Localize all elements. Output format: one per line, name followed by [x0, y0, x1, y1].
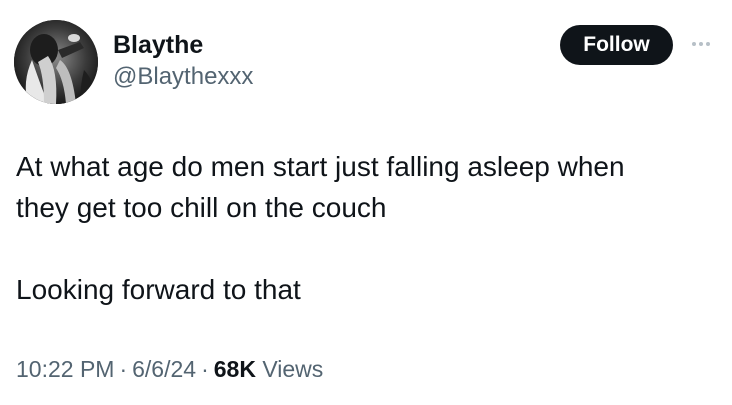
tweet-text: At what age do men start just falling as… — [16, 146, 716, 310]
tweet-time[interactable]: 10:22 PM — [16, 356, 114, 382]
tweet-date[interactable]: 6/6/24 — [132, 356, 196, 382]
tweet-meta: 10:22 PM · 6/6/24 · 68K Views — [16, 354, 323, 384]
author-handle[interactable]: @Blaythexxx — [113, 62, 253, 92]
profile-photo — [14, 20, 98, 104]
meta-separator: · — [119, 356, 128, 382]
tweet-card: Blaythe @Blaythexxx Follow At what age d… — [0, 0, 732, 405]
more-dot — [706, 42, 710, 46]
follow-button[interactable]: Follow — [560, 25, 673, 65]
more-options-icon[interactable] — [686, 32, 716, 56]
meta-separator: · — [201, 356, 209, 382]
tweet-line-3: Looking forward to that — [16, 274, 301, 305]
tweet-line-2: they get too chill on the couch — [16, 192, 387, 223]
views-label: Views — [262, 356, 324, 382]
avatar[interactable] — [14, 20, 98, 104]
more-dot — [699, 42, 703, 46]
views-count: 68K — [213, 356, 256, 382]
author-display-name[interactable]: Blaythe — [113, 30, 203, 60]
more-dot — [692, 42, 696, 46]
tweet-line-1: At what age do men start just falling as… — [16, 151, 625, 182]
